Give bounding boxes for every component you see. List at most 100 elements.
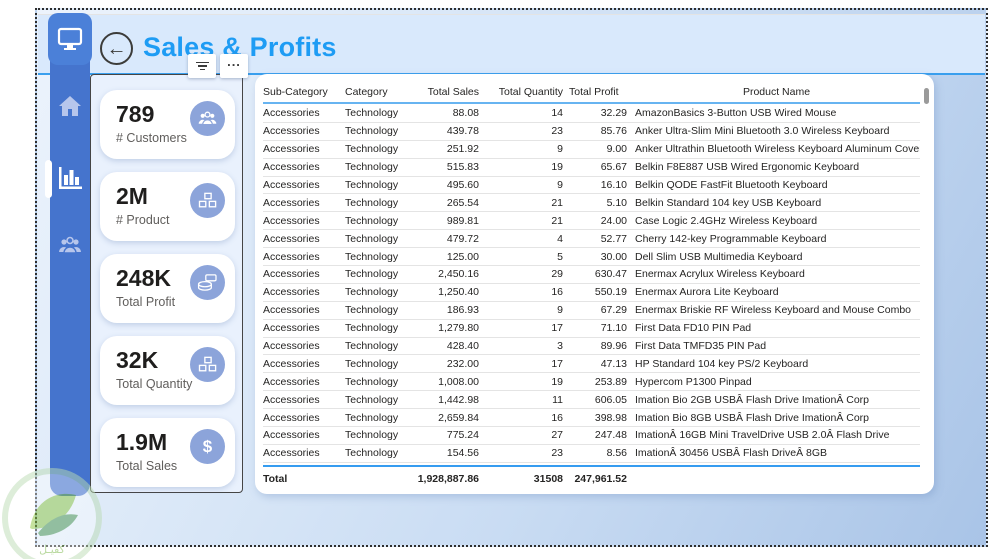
cell-category: Technology <box>345 447 399 460</box>
cell-sub-category: Accessories <box>263 286 320 299</box>
table-row[interactable]: Accessories Technology 251.92 9 9.00 Ank… <box>263 141 920 159</box>
cell-total-profit: 253.89 <box>594 375 627 388</box>
cell-total-sales: 775.24 <box>446 429 479 442</box>
table-row[interactable]: Accessories Technology 775.24 27 247.48 … <box>263 427 920 445</box>
sidebar-item-customers[interactable] <box>50 229 90 263</box>
cell-total-quantity: 9 <box>557 304 563 317</box>
cell-sub-category: Accessories <box>263 447 320 460</box>
table-row[interactable]: Accessories Technology 2,659.84 16 398.9… <box>263 409 920 428</box>
cell-total-quantity: 23 <box>551 447 563 460</box>
table-row[interactable]: Accessories Technology 495.60 9 16.10 Be… <box>263 177 920 195</box>
cell-category: Technology <box>345 340 399 353</box>
table-scrollbar-thumb[interactable] <box>924 88 929 104</box>
cell-sub-category: Accessories <box>263 340 320 353</box>
table-row[interactable]: Accessories Technology 265.54 21 5.10 Be… <box>263 194 920 213</box>
kpi-card-product[interactable]: 2M # Product <box>100 172 235 241</box>
product-boxes-icon <box>190 183 225 218</box>
profit-coins-icon <box>190 265 225 300</box>
table-row[interactable]: Accessories Technology 479.72 4 52.77 Ch… <box>263 230 920 249</box>
cell-total-quantity: 23 <box>551 125 563 138</box>
cell-category: Technology <box>345 143 399 156</box>
kpi-card-sales[interactable]: 1.9M Total Sales $ <box>100 418 235 487</box>
table-row[interactable]: Accessories Technology 2,450.16 29 630.4… <box>263 266 920 284</box>
column-header-total-sales[interactable]: Total Sales <box>413 86 479 98</box>
back-button[interactable]: ← <box>100 32 133 65</box>
cell-category: Technology <box>345 125 399 138</box>
table-row[interactable]: Accessories Technology 157.92 19 142.76 … <box>263 463 920 465</box>
cell-category: Technology <box>345 286 399 299</box>
cell-category: Technology <box>345 179 399 191</box>
home-icon <box>58 95 82 117</box>
more-options-button[interactable]: ... <box>220 54 248 78</box>
cell-total-sales: 1,250.40 <box>438 286 479 299</box>
cell-product-name: Enermax Briskie RF Wireless Keyboard and… <box>635 304 912 317</box>
cell-sub-category: Accessories <box>263 375 320 388</box>
cell-total-quantity: 14 <box>551 107 563 120</box>
cell-total-sales: 515.83 <box>446 161 479 174</box>
total-profit-value: 247,961.52 <box>574 473 627 485</box>
cell-total-sales: 1,008.00 <box>438 375 479 388</box>
total-quantity-value: 31508 <box>533 473 563 485</box>
table-row[interactable]: Accessories Technology 1,442.98 11 606.0… <box>263 391 920 410</box>
cell-total-profit: 85.76 <box>600 125 627 138</box>
cell-total-sales: 265.54 <box>446 196 479 209</box>
column-header-total-quantity[interactable]: Total Quantity <box>485 86 563 98</box>
cell-total-profit: 630.47 <box>594 268 627 281</box>
table-row[interactable]: Accessories Technology 1,008.00 19 253.8… <box>263 373 920 392</box>
cell-sub-category: Accessories <box>263 232 320 245</box>
cell-total-profit: 30.00 <box>600 250 627 263</box>
table-row[interactable]: Accessories Technology 125.00 5 30.00 De… <box>263 248 920 267</box>
cell-total-profit: 89.96 <box>600 340 627 353</box>
table-row[interactable]: Accessories Technology 232.00 17 47.13 H… <box>263 355 920 374</box>
table-row[interactable]: Accessories Technology 515.83 19 65.67 B… <box>263 159 920 177</box>
cell-category: Technology <box>345 393 399 406</box>
cell-product-name: Hypercom P1300 Pinpad <box>635 375 752 388</box>
cell-total-profit: 606.05 <box>594 393 627 406</box>
table-row[interactable]: Accessories Technology 989.81 21 24.00 C… <box>263 212 920 231</box>
column-header-product-name[interactable]: Product Name <box>633 86 920 98</box>
cell-sub-category: Accessories <box>263 268 320 281</box>
active-nav-indicator <box>45 160 52 198</box>
cell-sub-category: Accessories <box>263 357 320 370</box>
cell-total-quantity: 3 <box>557 340 563 353</box>
cell-total-profit: 247.48 <box>594 429 627 442</box>
column-header-total-profit[interactable]: Total Profit <box>569 86 627 98</box>
sidebar-item-home[interactable] <box>50 89 90 123</box>
cell-total-profit: 67.29 <box>600 304 627 317</box>
table-row[interactable]: Accessories Technology 154.56 23 8.56 Im… <box>263 445 920 463</box>
cell-total-quantity: 17 <box>551 357 563 370</box>
kpi-card-quantity[interactable]: 32K Total Quantity <box>100 336 235 405</box>
monitor-icon <box>57 27 83 51</box>
cell-total-quantity: 4 <box>557 232 563 245</box>
table-row[interactable]: Accessories Technology 439.78 23 85.76 A… <box>263 123 920 141</box>
cell-total-profit: 71.10 <box>600 322 627 335</box>
cell-category: Technology <box>345 411 399 424</box>
table-row[interactable]: Accessories Technology 186.93 9 67.29 En… <box>263 302 920 320</box>
dollar-icon: $ <box>190 429 225 464</box>
cell-category: Technology <box>345 250 399 263</box>
cell-total-profit: 16.10 <box>600 179 627 191</box>
customers-icon <box>190 101 225 136</box>
cell-product-name: Case Logic 2.4GHz Wireless Keyboard <box>635 214 818 227</box>
sidebar-item-reports[interactable] <box>50 161 90 195</box>
cell-total-quantity: 29 <box>551 268 563 281</box>
cell-sub-category: Accessories <box>263 429 320 442</box>
app-logo-tile[interactable] <box>48 13 92 65</box>
column-header-sub-category[interactable]: Sub-Category <box>263 86 339 98</box>
cell-category: Technology <box>345 357 399 370</box>
filter-button[interactable] <box>188 54 216 78</box>
cell-sub-category: Accessories <box>263 179 320 191</box>
cell-sub-category: Accessories <box>263 143 320 156</box>
table-row[interactable]: Accessories Technology 88.08 14 32.29 Am… <box>263 105 920 123</box>
kpi-card-profit[interactable]: 248K Total Profit <box>100 254 235 323</box>
cell-total-quantity: 16 <box>551 286 563 299</box>
kpi-card-customers[interactable]: 789 # Customers <box>100 90 235 159</box>
column-header-category[interactable]: Category <box>345 86 407 98</box>
table-row[interactable]: Accessories Technology 1,250.40 16 550.1… <box>263 284 920 302</box>
cell-total-sales: 1,279.80 <box>438 322 479 335</box>
cell-product-name: Imation Bio 2GB USBÂ Flash Drive Imation… <box>635 393 870 406</box>
table-row[interactable]: Accessories Technology 428.40 3 89.96 Fi… <box>263 338 920 356</box>
cell-total-quantity: 17 <box>551 322 563 335</box>
table-row[interactable]: Accessories Technology 1,279.80 17 71.10… <box>263 320 920 338</box>
cell-category: Technology <box>345 375 399 388</box>
